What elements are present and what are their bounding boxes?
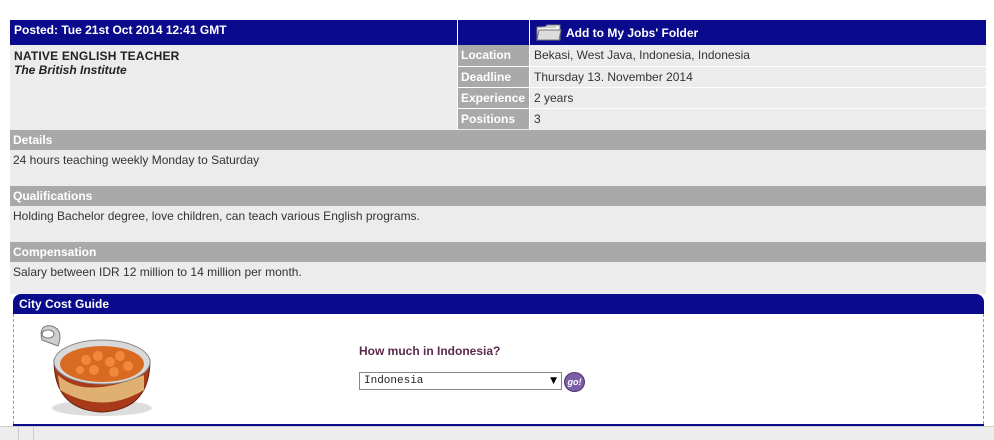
browser-status-bar (0, 426, 994, 440)
fact-value: Thursday 13. November 2014 (534, 70, 693, 84)
country-select[interactable]: Indonesia ▼ (359, 372, 562, 390)
job-info: NATIVE ENGLISH TEACHER The British Insti… (10, 45, 986, 130)
add-to-folder-button[interactable]: Add to My Jobs' Folder (530, 20, 986, 45)
fact-row-deadline: Deadline Thursday 13. November 2014 (458, 66, 986, 87)
section-compensation: Compensation Salary between IDR 12 milli… (10, 242, 986, 294)
fact-label: Location (458, 45, 530, 66)
job-title-block: NATIVE ENGLISH TEACHER The British Insti… (10, 45, 458, 130)
job-listing: Posted: Tue 21st Oct 2014 12:41 GMT Add … (10, 20, 986, 294)
fact-row-positions: Positions 3 (458, 108, 986, 129)
city-guide-question: How much in Indonesia? (359, 344, 501, 358)
city-cost-guide: City Cost Guide How much in Indonesia? I… (13, 294, 984, 440)
city-guide-body: How much in Indonesia? Indonesia ▼ go! (13, 314, 984, 424)
section-body: Holding Bachelor degree, love children, … (10, 206, 986, 242)
bean-can-image (40, 325, 152, 416)
fact-value: 2 years (534, 91, 574, 105)
add-to-folder-label: Add to My Jobs' Folder (566, 25, 699, 40)
fact-row-experience: Experience 2 years (458, 87, 986, 108)
section-qualifications: Qualifications Holding Bachelor degree, … (10, 186, 986, 242)
section-heading: Details (10, 130, 986, 150)
fact-value: Bekasi, West Java, Indonesia, Indonesia (534, 48, 750, 62)
posted-date: Posted: Tue 21st Oct 2014 12:41 GMT (10, 20, 458, 45)
go-button[interactable]: go! (564, 372, 585, 392)
section-heading: Compensation (10, 242, 986, 262)
section-details: Details 24 hours teaching weekly Monday … (10, 130, 986, 186)
section-heading: Qualifications (10, 186, 986, 206)
city-guide-title: City Cost Guide (13, 294, 984, 314)
fact-label: Experience (458, 88, 530, 108)
section-body: Salary between IDR 12 million to 14 mill… (10, 262, 986, 294)
job-facts-table: Location Bekasi, West Java, Indonesia, I… (458, 45, 986, 130)
folder-icon (536, 24, 562, 41)
country-select-value: Indonesia (364, 375, 424, 387)
listing-header: Posted: Tue 21st Oct 2014 12:41 GMT Add … (10, 20, 986, 45)
job-title: NATIVE ENGLISH TEACHER (14, 49, 180, 63)
fact-row-location: Location Bekasi, West Java, Indonesia, I… (458, 45, 986, 66)
section-body: 24 hours teaching weekly Monday to Satur… (10, 150, 986, 186)
status-bar-cell (18, 427, 34, 440)
dropdown-arrow-icon: ▼ (550, 376, 557, 386)
company-name: The British Institute (14, 63, 127, 77)
fact-label: Deadline (458, 67, 530, 87)
fact-label: Positions (458, 109, 530, 129)
header-spacer (458, 20, 530, 45)
fact-value: 3 (534, 112, 541, 126)
